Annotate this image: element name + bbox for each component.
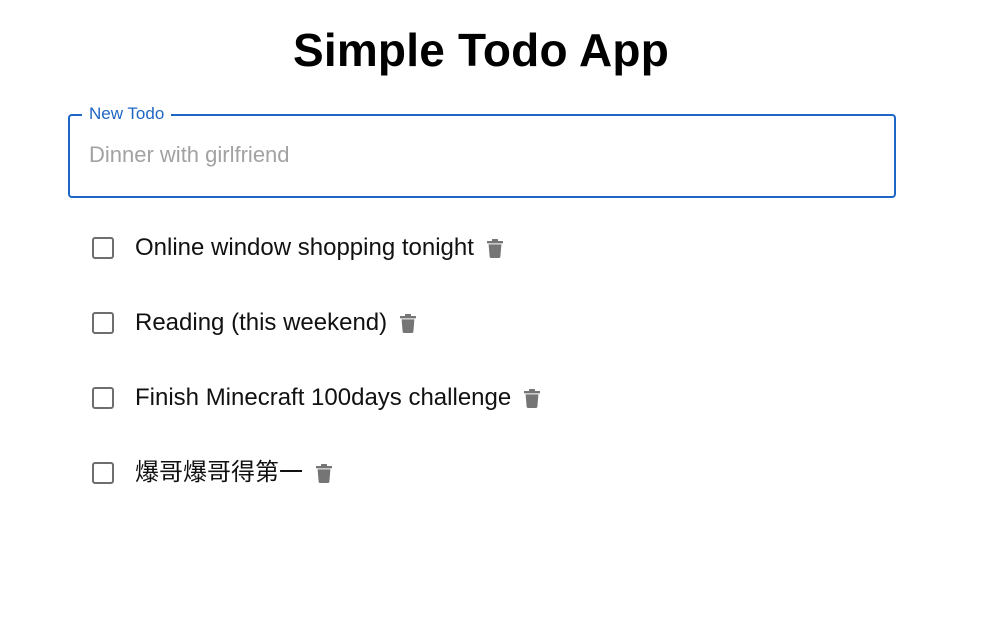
delete-todo-button[interactable] xyxy=(522,386,542,410)
todo-item: Reading (this weekend) xyxy=(90,299,542,347)
todo-item: 爆哥爆哥得第一 xyxy=(90,449,542,497)
delete-todo-button[interactable] xyxy=(314,461,334,485)
todo-item: Finish Minecraft 100days challenge xyxy=(90,374,542,422)
delete-todo-button[interactable] xyxy=(485,236,505,260)
todo-checkbox[interactable] xyxy=(92,387,114,409)
trash-icon xyxy=(524,388,541,408)
todo-app: Simple Todo App New Todo Online window s… xyxy=(0,0,1008,620)
new-todo-input[interactable] xyxy=(70,116,892,194)
delete-todo-button[interactable] xyxy=(398,311,418,335)
todo-item: Online window shopping tonight xyxy=(90,224,542,272)
todo-text: Finish Minecraft 100days challenge xyxy=(135,384,512,411)
todo-list: Online window shopping tonight Reading (… xyxy=(90,224,542,524)
todo-text: 爆哥爆哥得第一 xyxy=(135,459,303,486)
trash-icon xyxy=(400,313,417,333)
new-todo-field[interactable]: New Todo xyxy=(68,103,896,198)
trash-icon xyxy=(316,463,332,483)
todo-checkbox[interactable] xyxy=(92,312,114,334)
todo-checkbox[interactable] xyxy=(92,237,114,259)
todo-checkbox[interactable] xyxy=(92,462,114,484)
todo-text: Online window shopping tonight xyxy=(135,234,474,261)
page-title: Simple Todo App xyxy=(292,24,670,76)
todo-text: Reading (this weekend) xyxy=(135,309,388,336)
trash-icon xyxy=(486,238,503,258)
